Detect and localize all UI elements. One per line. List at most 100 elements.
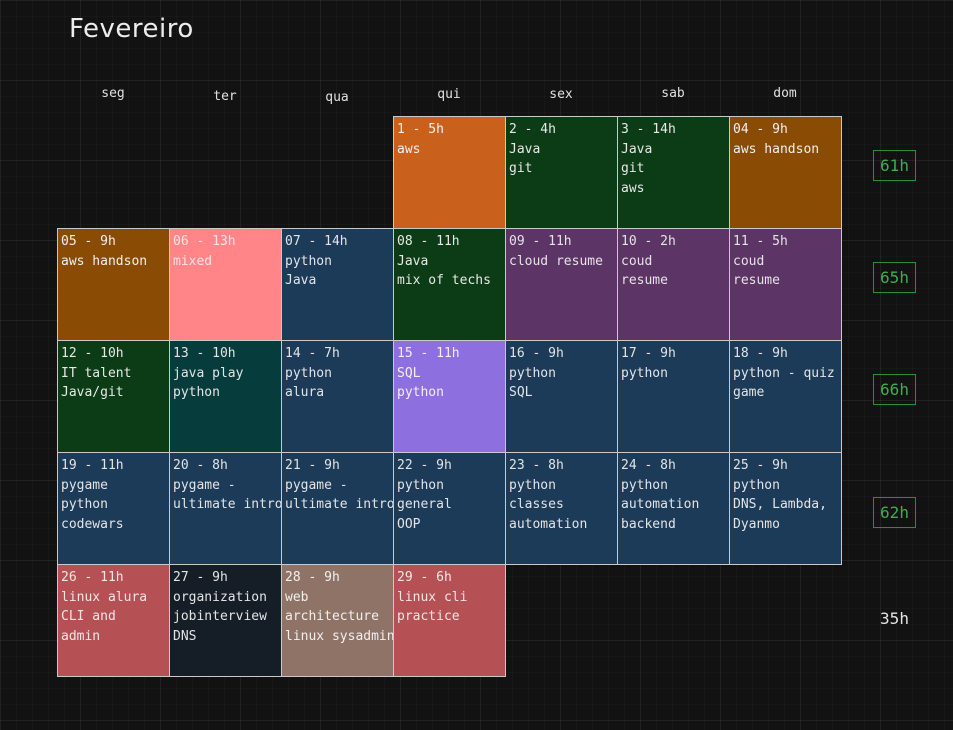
day-topic: mix of techs [397, 273, 491, 288]
week-total-badge: 35h [880, 609, 909, 628]
day-topic: SQL [397, 365, 421, 381]
day-topic: automation [509, 516, 588, 532]
day-topic: DNS [173, 628, 197, 644]
day-topic: linux alura [61, 589, 148, 605]
day-topic: python [397, 385, 444, 400]
day-hours-label: 2 - 4h [509, 122, 556, 137]
week-total-badge: 62h [873, 497, 916, 528]
day-cell[interactable]: 20 - 8h pygame - ultimate intro [169, 452, 282, 565]
week-total-badge: 61h [873, 150, 916, 181]
day-cell[interactable]: 2 - 4h Java git [505, 116, 618, 229]
day-hours-label: 04 - 9h [733, 122, 788, 137]
day-hours-label: 1 - 5h [397, 122, 444, 137]
day-topic: git [509, 161, 533, 176]
day-cell[interactable]: 24 - 8h python automation backend [617, 452, 730, 565]
day-topic: web [285, 589, 309, 605]
day-topic: python [621, 365, 668, 381]
day-cell[interactable]: 22 - 9h python general OOP [393, 452, 506, 565]
day-cell[interactable]: 18 - 9h python - quiz game [729, 340, 842, 453]
day-topic: coud [621, 253, 653, 269]
day-cell[interactable]: 05 - 9h aws handson [57, 228, 170, 341]
day-hours-label: 12 - 10h [61, 346, 124, 361]
day-topic: practice [397, 609, 460, 624]
day-cell[interactable]: 3 - 14h Java git aws [617, 116, 730, 229]
day-topic: cloud resume [509, 253, 603, 269]
day-cell[interactable]: 21 - 9h pygame - ultimate intro [281, 452, 394, 565]
day-cell[interactable]: 23 - 8h python classes automation [505, 452, 618, 565]
day-hours-label: 09 - 11h [509, 234, 572, 249]
day-cell[interactable]: 10 - 2h coud resume [617, 228, 730, 341]
day-hours-label: 26 - 11h [61, 570, 124, 585]
day-topic: Java [397, 253, 429, 269]
day-topic: Java [621, 141, 653, 157]
day-topic: alura [285, 385, 325, 400]
day-topic: DNS, Lambda, [733, 497, 827, 512]
week-total-badge: 66h [873, 374, 916, 405]
day-cell[interactable]: 07 - 14h python Java [281, 228, 394, 341]
day-cell[interactable]: 28 - 9h web architecture linux sysadmin [281, 564, 394, 677]
day-cell[interactable]: 14 - 7h python alura [281, 340, 394, 453]
day-cell[interactable]: 26 - 11h linux alura CLI and admin [57, 564, 170, 677]
day-topic: classes [509, 497, 564, 512]
page-title: Fevereiro [69, 14, 194, 44]
day-topic: python [173, 385, 220, 400]
day-topic: general [397, 497, 452, 512]
day-cell[interactable]: 04 - 9h aws handson [729, 116, 842, 229]
day-hours-label: 10 - 2h [621, 234, 676, 249]
day-cell[interactable]: 11 - 5h coud resume [729, 228, 842, 341]
day-hours-label: 18 - 9h [733, 346, 788, 361]
weekday-dom: dom [773, 86, 797, 101]
day-hours-label: 22 - 9h [397, 458, 452, 473]
day-topic: python [509, 365, 556, 381]
day-hours-label: 19 - 11h [61, 458, 124, 473]
week-total-badge: 65h [873, 262, 916, 293]
day-hours-label: 28 - 9h [285, 570, 340, 585]
day-cell[interactable]: 15 - 11h SQL python [393, 340, 506, 453]
day-cell[interactable]: 13 - 10h java play python [169, 340, 282, 453]
day-hours-label: 05 - 9h [61, 234, 116, 249]
weekday-qui: qui [437, 87, 461, 102]
day-cell[interactable]: 27 - 9h organization jobinterview DNS [169, 564, 282, 677]
weekday-sab: sab [661, 86, 685, 101]
day-topic: pygame - [285, 477, 348, 493]
day-topic: python [285, 365, 332, 381]
day-topic: python [285, 253, 332, 269]
day-topic: OOP [397, 516, 421, 532]
weekday-ter: ter [213, 89, 237, 104]
day-topic: ultimate intro [285, 497, 394, 512]
day-topic: SQL [509, 385, 533, 400]
day-topic: linux sysadmin [285, 628, 394, 644]
day-cell[interactable]: 08 - 11h Java mix of techs [393, 228, 506, 341]
day-hours-label: 15 - 11h [397, 346, 460, 361]
day-cell[interactable]: 09 - 11h cloud resume [505, 228, 618, 341]
day-topic: aws [397, 141, 421, 157]
weekday-qua: qua [325, 90, 349, 105]
day-cell[interactable]: 29 - 6h linux cli practice [393, 564, 506, 677]
day-hours-label: 27 - 9h [173, 570, 228, 585]
day-topic: Java [509, 141, 541, 157]
day-cell[interactable]: 12 - 10h IT talent Java/git [57, 340, 170, 453]
day-topic: Dyanmo [733, 516, 780, 532]
day-cell[interactable]: 06 - 13h mixed [169, 228, 282, 341]
day-topic: python [397, 477, 444, 493]
day-hours-label: 17 - 9h [621, 346, 676, 361]
day-cell[interactable]: 17 - 9h python [617, 340, 730, 453]
day-hours-label: 13 - 10h [173, 346, 236, 361]
day-cell[interactable]: 16 - 9h python SQL [505, 340, 618, 453]
day-topic: java play [173, 365, 244, 381]
weekday-seg: seg [101, 86, 125, 101]
day-topic: IT talent [61, 365, 132, 381]
day-topic: aws [621, 180, 645, 196]
day-hours-label: 20 - 8h [173, 458, 228, 473]
day-hours-label: 24 - 8h [621, 458, 676, 473]
day-topic: linux cli [397, 589, 468, 605]
day-topic: aws handson [61, 253, 148, 269]
day-hours-label: 25 - 9h [733, 458, 788, 473]
day-cell[interactable]: 1 - 5h aws [393, 116, 506, 229]
day-cell[interactable]: 25 - 9h python DNS, Lambda, Dyanmo [729, 452, 842, 565]
day-topic: python - quiz [733, 365, 835, 381]
day-topic: Java/git [61, 385, 124, 400]
day-cell[interactable]: 19 - 11h pygame python codewars [57, 452, 170, 565]
day-hours-label: 14 - 7h [285, 346, 340, 361]
day-topic: resume [733, 273, 780, 288]
